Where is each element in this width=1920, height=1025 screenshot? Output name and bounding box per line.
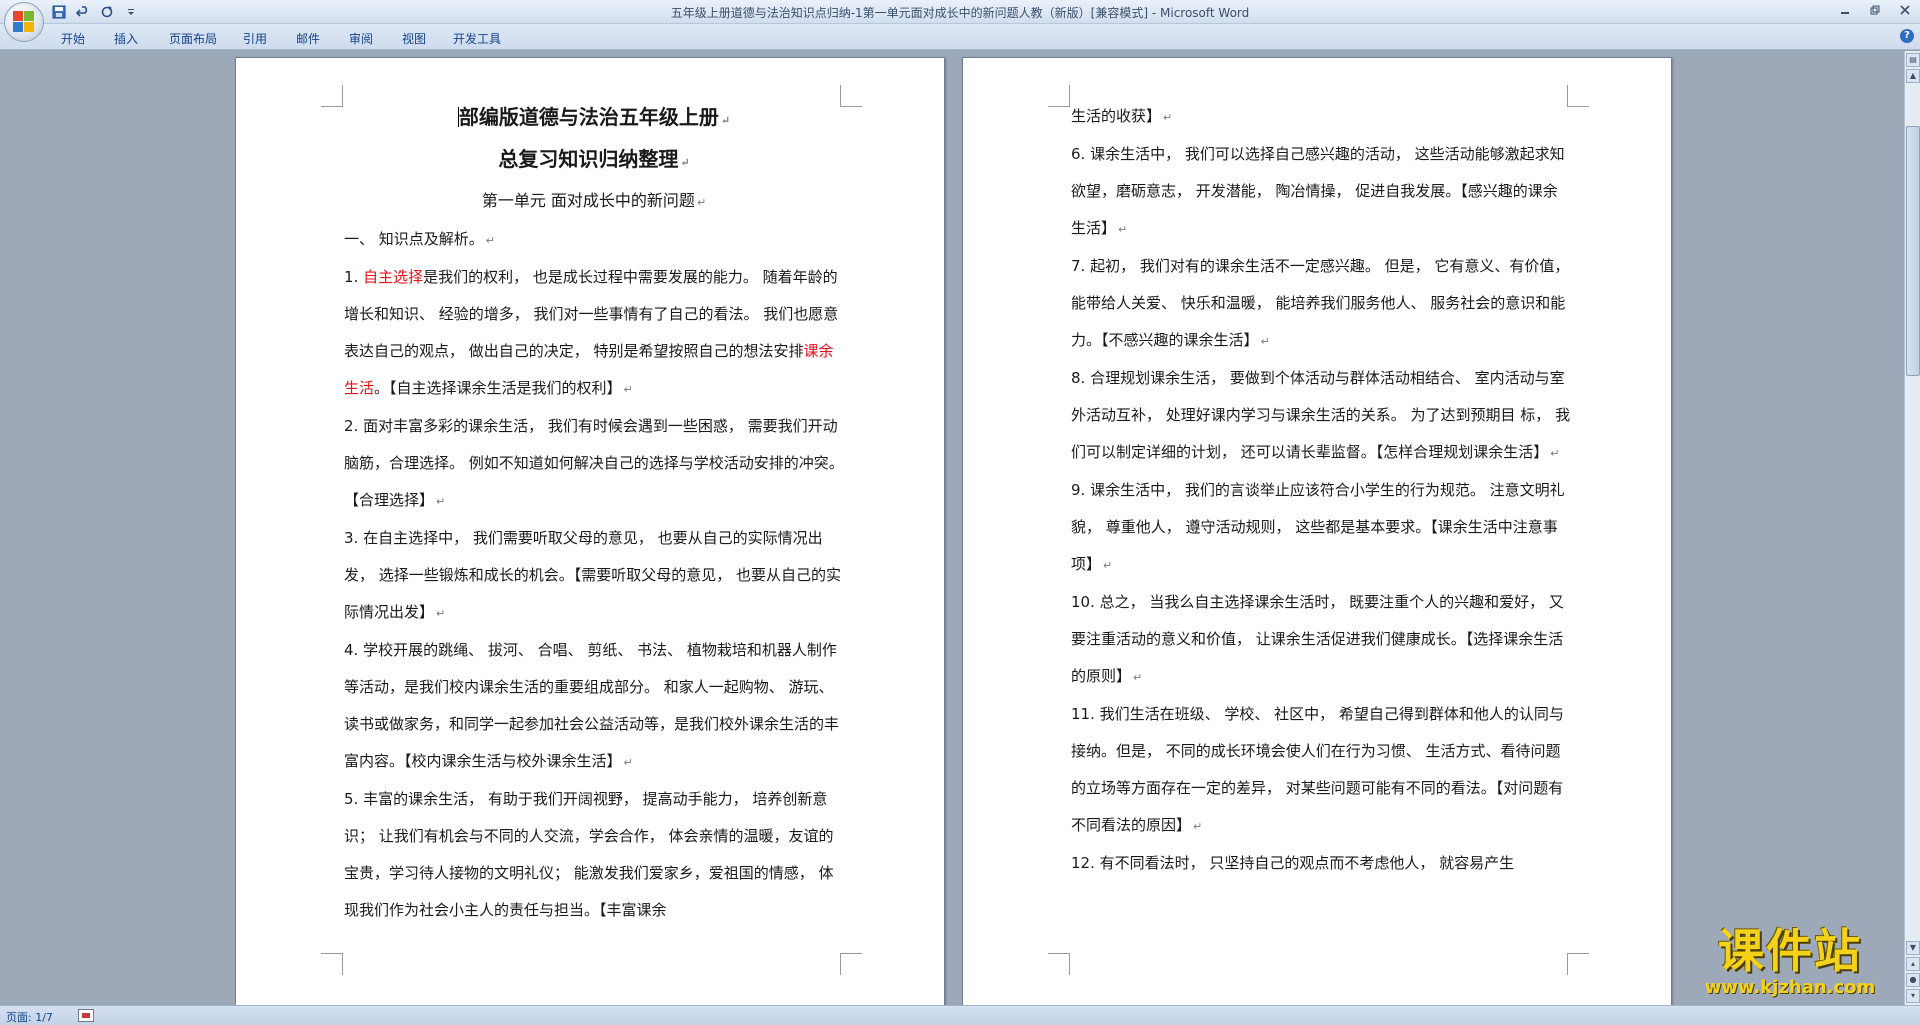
- paragraph-4: 4. 学校开展的跳绳、 拔河、 合唱、 剪纸、 书法、 植物栽培和机器人制作等活…: [344, 641, 840, 770]
- tab-view[interactable]: 视图: [386, 28, 442, 49]
- document-page-2[interactable]: 生活的收获】 ↵ 6. 课余生活中， 我们可以选择自己感兴趣的活动， 这些活动能够…: [962, 57, 1672, 1005]
- watermark-url: www.kjzhan.com: [1704, 977, 1876, 998]
- ruler-toggle-icon[interactable]: ▤: [1906, 53, 1920, 67]
- highlight-term: 自主选择: [363, 268, 424, 286]
- proofing-icon[interactable]: [78, 1009, 94, 1022]
- page-count[interactable]: 页面: 1/7: [6, 1009, 53, 1025]
- document-page-1[interactable]: 部编版道德与法治五年级上册 ↵ 总复习知识归纳整理 ↵ 第一单元 面对成长中的新问题…: [235, 57, 945, 1005]
- doc-title-line-2: 总复习知识归纳整理 ↵: [498, 147, 690, 171]
- paragraph-8: 8. 合理规划课余生活， 要做到个体活动与群体活动相结合、 室内活动与室外活动互…: [1071, 369, 1571, 461]
- window-title: 五年级上册道德与法治知识点归纳-1第一单元面对成长中的新问题人教（新版）[兼容模…: [670, 6, 1250, 20]
- crop-mark: [1048, 85, 1070, 107]
- section-heading: 一、 知识点及解析。 ↵: [344, 230, 495, 248]
- office-logo-icon: [13, 11, 35, 33]
- tab-review[interactable]: 审阅: [336, 28, 386, 49]
- restore-icon[interactable]: [1860, 0, 1890, 20]
- paragraph-7: 7. 起初， 我们对有的课余生活不一定感兴趣。 但是， 它有意义、有价值， 能带…: [1071, 257, 1570, 349]
- page-1-body: 部编版道德与法治五年级上册 ↵ 总复习知识归纳整理 ↵ 第一单元 面对成长中的新问题…: [344, 98, 844, 929]
- paragraph-3: 3. 在自主选择中， 我们需要听取父母的意见， 也要从自己的实际情况出发， 选择…: [344, 529, 842, 621]
- crop-mark: [1567, 953, 1589, 975]
- ribbon-tab-bar: 开始 插入 页面布局 引用 邮件 审阅 视图 开发工具 ?: [0, 24, 1920, 50]
- crop-mark: [321, 85, 343, 107]
- status-bar: 页面: 1/7: [0, 1005, 1920, 1025]
- paragraph-9: 9. 课余生活中， 我们的言谈举止应该符合小学生的行为规范。 注意文明礼貌， 尊…: [1071, 481, 1565, 573]
- paragraph-2: 2. 面对丰富多彩的课余生活， 我们有时候会遇到一些困惑， 需要我们开动脑筋，合…: [344, 417, 844, 509]
- doc-title-line-1: 部编版道德与法治五年级上册 ↵: [457, 105, 731, 129]
- paragraph-10: 10. 总之， 当我么自主选择课余生活时， 既要注重个人的兴趣和爱好， 又要注重…: [1071, 593, 1564, 685]
- tab-mailings[interactable]: 邮件: [280, 28, 336, 49]
- crop-mark: [321, 953, 343, 975]
- office-button[interactable]: [4, 2, 44, 42]
- page-2-body: 生活的收获】 ↵ 6. 课余生活中， 我们可以选择自己感兴趣的活动， 这些活动能够…: [1071, 98, 1571, 882]
- tab-references[interactable]: 引用: [230, 28, 280, 49]
- window-controls: [1830, 0, 1920, 20]
- crop-mark: [1048, 953, 1070, 975]
- scroll-up-icon[interactable]: ▲: [1906, 69, 1920, 83]
- scrollbar-thumb[interactable]: [1906, 126, 1920, 376]
- crop-mark: [840, 953, 862, 975]
- tab-developer[interactable]: 开发工具: [442, 28, 512, 49]
- close-icon[interactable]: [1890, 0, 1920, 20]
- paragraph-1: 1. 自主选择是我们的权利， 也是成长过程中需要发展的能力。 随着年龄的增长和知…: [344, 268, 839, 397]
- paragraph-5-continued: 生活的收获】 ↵: [1071, 107, 1173, 125]
- paragraph-5: 5. 丰富的课余生活， 有助于我们开阔视野， 提高动手能力， 培养创新意识； 让…: [344, 790, 834, 919]
- paragraph-6: 6. 课余生活中， 我们可以选择自己感兴趣的活动， 这些活动能够激起求知欲望，磨…: [1071, 145, 1565, 237]
- ribbon-tabs: 开始 插入 页面布局 引用 邮件 审阅 视图 开发工具: [50, 28, 512, 49]
- tab-insert[interactable]: 插入: [96, 28, 156, 49]
- paragraph-11: 11. 我们生活在班级、 学校、 社区中， 希望自己得到群体和他人的认同与接纳。…: [1071, 705, 1564, 834]
- document-workspace: 部编版道德与法治五年级上册 ↵ 总复习知识归纳整理 ↵ 第一单元 面对成长中的新问题…: [0, 51, 1904, 1005]
- watermark-title: 课件站: [1718, 924, 1862, 978]
- minimize-icon[interactable]: [1830, 0, 1860, 20]
- vertical-scrollbar[interactable]: ▤ ▲ ▼ ▴ ● ▾: [1904, 51, 1920, 1005]
- title-bar: 五年级上册道德与法治知识点归纳-1第一单元面对成长中的新问题人教（新版）[兼容模…: [0, 0, 1920, 24]
- tab-page-layout[interactable]: 页面布局: [156, 28, 230, 49]
- help-icon[interactable]: ?: [1900, 29, 1914, 43]
- paragraph-12: 12. 有不同看法时， 只坚持自己的观点而不考虑他人， 就容易产生: [1071, 854, 1515, 872]
- unit-heading: 第一单元 面对成长中的新问题 ↵: [481, 191, 707, 210]
- tab-home[interactable]: 开始: [50, 28, 96, 49]
- site-watermark: 课件站 www.kjzhan.com: [1670, 925, 1910, 1005]
